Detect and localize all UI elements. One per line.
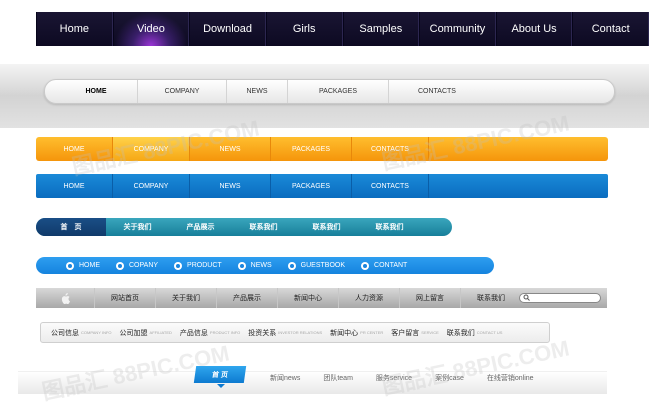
nav9-item-news[interactable]: 新闻news (270, 373, 300, 383)
nav7-item-message[interactable]: 网上留言 (399, 288, 460, 308)
nav8-cn-label: 公司加盟 (119, 329, 148, 337)
nav1-item-girls[interactable]: Girls (265, 12, 343, 46)
radio-nav-bar: HOME COPANY PRODUCT NEWS GUESTBOOK CONTA… (36, 257, 494, 274)
nav8-item-contact-us[interactable]: 联系我们 CONTACT US (447, 323, 503, 342)
nav6-item-guestbook[interactable]: GUESTBOOK (287, 257, 346, 274)
nav4-item-packages[interactable]: PACKAGES (271, 174, 352, 198)
nav1-item-about-us[interactable]: About Us (495, 12, 573, 46)
nav7-item-news[interactable]: 新闻中心 (277, 288, 338, 308)
nav6-item-news[interactable]: NEWS (237, 257, 272, 274)
nav1-item-contact[interactable]: Contact (572, 12, 649, 46)
nav2-item-home[interactable]: HOME (55, 80, 138, 103)
nav8-cn-label: 产品信息 (179, 329, 208, 337)
nav8-en-label: PRODUCT INFO (209, 330, 241, 335)
nav6-label: COPANY (129, 262, 159, 269)
watermark: 图品汇 88PIC.COM (39, 340, 232, 405)
nav8-en-label: INVESTOR RELATIONS (278, 330, 323, 335)
nav8-en-label: SERVICE (421, 330, 439, 335)
nav6-item-copany[interactable]: COPANY (116, 257, 158, 274)
nav8-cn-label: 客户留言 (391, 329, 420, 337)
nav8-cn-label: 联系我们 (446, 329, 475, 337)
nav6-item-contant[interactable]: CONTANT (361, 257, 407, 274)
nav5-item-products[interactable]: 产品展示 (169, 218, 232, 236)
nav5-item-contact-2[interactable]: 联系我们 (295, 218, 358, 236)
bullet-icon (116, 261, 124, 270)
nav3-item-packages[interactable]: PACKAGES (271, 137, 352, 161)
nav8-item-investor[interactable]: 投资关系 INVESTOR RELATIONS (248, 323, 322, 342)
blue-nav-bar: HOME COMPANY NEWS PACKAGES CONTACTS (36, 174, 608, 198)
nav6-label: HOME (79, 262, 100, 269)
search-icon (523, 294, 530, 303)
bullet-icon (66, 261, 74, 270)
nav2-item-company[interactable]: COMPANY (138, 80, 227, 103)
nav1-item-samples[interactable]: Samples (342, 12, 420, 46)
nav5-item-contact-1[interactable]: 联系我们 (232, 218, 295, 236)
nav6-item-product[interactable]: PRODUCT (174, 257, 222, 274)
dark-nav-bar: Home Video Download Girls Samples Commun… (36, 12, 649, 46)
nav6-label: CONTANT (374, 262, 408, 269)
nav8-item-affiliated[interactable]: 公司加盟 AFFILIATED (120, 323, 172, 342)
nav4-item-company[interactable]: COMPANY (113, 174, 190, 198)
nav8-en-label: PR CENTER (360, 330, 384, 335)
nav7-item-home[interactable]: 网站首页 (94, 288, 155, 308)
nav1-item-home[interactable]: Home (36, 12, 113, 46)
nav8-cn-label: 新闻中心 (330, 329, 359, 337)
bilingual-nav-bar: 公司信息 COMPANY INFO 公司加盟 AFFILIATED 产品信息 PROD… (40, 322, 550, 343)
active-arrow-icon (217, 384, 225, 388)
nav7-item-about[interactable]: 关于我们 (155, 288, 216, 308)
nav1-item-video[interactable]: Video (112, 12, 190, 46)
nav6-label: GUESTBOOK (300, 262, 346, 269)
nav4-item-news[interactable]: NEWS (190, 174, 271, 198)
nav8-cn-label: 公司信息 (51, 329, 79, 337)
nav2-item-packages[interactable]: PACKAGES (288, 80, 389, 103)
nav2-item-contacts[interactable]: CONTACTS (389, 80, 485, 103)
nav6-item-home[interactable]: HOME (66, 257, 100, 274)
nav9-item-team[interactable]: 团队team (323, 373, 353, 383)
bullet-icon (287, 261, 296, 270)
nav8-en-label: COMPANY INFO (81, 330, 112, 335)
nav4-item-contacts[interactable]: CONTACTS (352, 174, 429, 198)
nav6-label: PRODUCT (187, 262, 222, 269)
nav8-item-company-info[interactable]: 公司信息 COMPANY INFO (51, 323, 112, 342)
nav8-item-pr-center[interactable]: 新闻中心 PR CENTER (330, 323, 383, 342)
nav2-item-news[interactable]: NEWS (227, 80, 288, 103)
nav5-item-about[interactable]: 关于我们 (106, 218, 169, 236)
nav6-label: NEWS (250, 262, 272, 269)
apple-icon[interactable] (36, 288, 94, 308)
nav8-en-label: CONTACT US (476, 330, 503, 335)
nav1-item-download[interactable]: Download (189, 12, 266, 46)
nav1-item-community[interactable]: Community (419, 12, 496, 46)
nav8-en-label: AFFILIATED (149, 330, 172, 335)
pill-nav-bar: HOME COMPANY NEWS PACKAGES CONTACTS (44, 79, 615, 104)
nav5-item-home[interactable]: 首 页 (36, 218, 106, 236)
bullet-icon (174, 261, 183, 270)
nav5-item-contact-3[interactable]: 联系我们 (358, 218, 421, 236)
nav8-cn-label: 投资关系 (248, 329, 277, 337)
bullet-icon (361, 261, 370, 270)
bullet-icon (237, 261, 246, 270)
teal-nav-bar: 首 页 关于我们 产品展示 联系我们 联系我们 联系我们 (36, 218, 452, 236)
nav7-item-products[interactable]: 产品展示 (216, 288, 277, 308)
nav8-item-service[interactable]: 客户留言 SERVICE (391, 323, 439, 342)
search-input[interactable] (519, 293, 601, 303)
nav7-item-hr[interactable]: 人力资源 (338, 288, 399, 308)
nav7-item-contact[interactable]: 联系我们 (460, 288, 521, 308)
